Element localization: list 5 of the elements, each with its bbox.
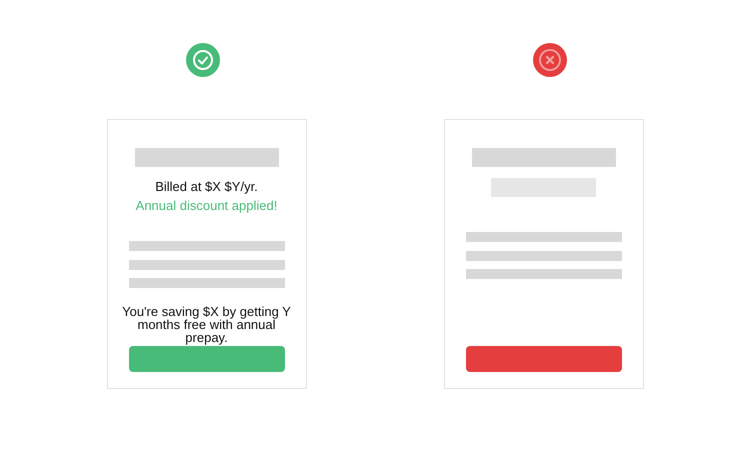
action-button[interactable] — [466, 346, 622, 372]
billing-text: Billed at $X $Y/yr. — [155, 178, 258, 195]
saving-text: You're saving $X by getting Y months free with annual prepay. — [122, 305, 292, 344]
discount-text: Annual discount applied! — [136, 197, 278, 214]
action-button[interactable] — [128, 346, 284, 372]
